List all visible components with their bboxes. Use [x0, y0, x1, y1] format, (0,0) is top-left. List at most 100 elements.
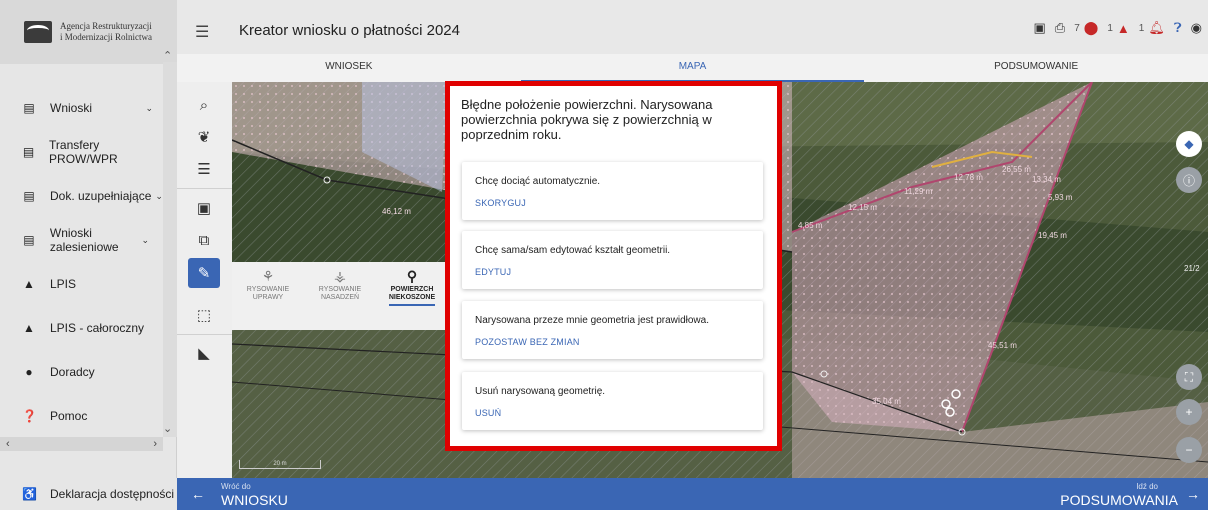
chevron-down-icon: ⌄: [145, 102, 153, 113]
save-icon[interactable]: ▣: [1033, 20, 1045, 36]
usun-button[interactable]: USUŃ: [475, 408, 501, 418]
accessibility-declaration-label: Deklaracja dostępności: [50, 487, 175, 501]
accessibility-declaration-link[interactable]: ♿ Deklaracja dostępności: [0, 478, 177, 510]
scroll-left-icon[interactable]: ‹: [6, 438, 10, 450]
app-root: Agencja Restrukturyzacji i Modernizacji …: [0, 0, 1208, 510]
sidebar-item-lpis[interactable]: ▲ LPIS: [0, 262, 163, 306]
logo-line-2: i Modernizacji Rolnictwa: [60, 32, 152, 42]
menu-icon[interactable]: ☰: [195, 22, 209, 42]
chevron-down-icon: ⌄: [155, 190, 163, 201]
error-icon[interactable]: ⬤: [1084, 20, 1099, 36]
measure-angle-icon[interactable]: ◣: [188, 338, 220, 368]
warning-icon[interactable]: ▲: [1117, 21, 1130, 36]
info-icon[interactable]: ⓘ: [1176, 167, 1202, 193]
sidebar-scrollbar[interactable]: [163, 62, 177, 437]
chevron-down-icon: ⌄: [141, 234, 149, 245]
map-measure-label: 5,93 m: [1048, 193, 1073, 202]
sidebar-item-label: Doradcy: [50, 365, 95, 379]
help-icon: ❓: [22, 409, 37, 423]
toolbar-divider: [177, 334, 232, 335]
search-icon[interactable]: ⌕: [188, 90, 220, 120]
scroll-up-icon[interactable]: ⌃: [163, 49, 172, 62]
option-text: Narysowana przeze mnie geometria jest pr…: [475, 315, 709, 326]
arrow-left-icon[interactable]: ←: [191, 486, 205, 502]
tab-wniosek[interactable]: WNIOSEK: [177, 54, 521, 82]
drawing-modes-panel: ⚘ RYSOWANIE UPRAWY ⚶ RYSOWANIE NASADZEŃ …: [232, 262, 452, 330]
info-count: 7: [1074, 22, 1080, 34]
arrow-right-icon[interactable]: →: [1186, 486, 1200, 502]
sidebar-item-wnioski[interactable]: ▤ Wnioski ⌄: [0, 86, 163, 130]
map-measure-label: 4,85 m: [798, 221, 823, 230]
sidebar-item-label: LPIS - całoroczny: [50, 321, 145, 335]
tab-mapa[interactable]: MAPA: [520, 54, 865, 82]
map-toolbar: ⌕ ❦ ☰ ▣ ⧉ ✎ ⬚ ◣: [177, 82, 232, 478]
notification-bell-icon[interactable]: 🔔︎: [1148, 20, 1165, 36]
document-icon: ▤: [23, 101, 35, 115]
layers-copy-icon[interactable]: ⧉: [188, 225, 220, 255]
warning-count: 1: [1138, 22, 1145, 34]
sidebar-horizontal-scrollbar[interactable]: ‹ ›: [0, 437, 163, 451]
mode-powierzchnie-niekoszone[interactable]: ⚲ POWIERZCH NIEKOSZONE: [376, 262, 448, 330]
user-account-icon[interactable]: ◉: [1191, 20, 1202, 36]
main-tabs: WNIOSEK MAPA PODSUMOWANIE: [177, 54, 1208, 82]
option-card-edit: Chcę sama/sam edytować kształt geometrii…: [462, 231, 763, 289]
map-measure-label: 26,55 m: [1002, 165, 1031, 174]
sidebar: Agencja Restrukturyzacji i Modernizacji …: [0, 0, 177, 510]
accessibility-icon: ♿: [22, 487, 37, 501]
sidebar-item-dok-uzupelniajace[interactable]: ▤ Dok. uzupełniające ⌄: [0, 174, 163, 218]
sidebar-item-label: Wnioski: [50, 101, 93, 115]
location-pin-icon: ⚲: [406, 268, 418, 284]
next-button[interactable]: PODSUMOWANIA: [1060, 492, 1178, 508]
geometry-error-dialog: Błędne położenie powierzchni. Narysowana…: [445, 81, 782, 451]
mode-rysowanie-uprawy[interactable]: ⚘ RYSOWANIE UPRAWY: [232, 262, 304, 330]
map-measure-label: 45,51 m: [988, 341, 1017, 350]
sidebar-item-doradcy[interactable]: ● Doradcy: [0, 350, 163, 394]
document-icon: ▤: [22, 145, 35, 159]
map-measure-label: 11,29 m: [904, 187, 933, 196]
map-measure-label: 12,15 m: [848, 203, 877, 212]
sidebar-item-transfery[interactable]: ▤ Transfery PROW/WPR: [0, 130, 163, 174]
sidebar-nav: ▤ Wnioski ⌄ ▤ Transfery PROW/WPR ▤ Dok. …: [0, 86, 163, 438]
sapling-icon: ⚶: [334, 268, 346, 284]
sidebar-item-lpis-caloroczny[interactable]: ▲ LPIS - całoroczny: [0, 306, 163, 350]
person-icon: ●: [25, 365, 33, 379]
tab-podsumowanie[interactable]: PODSUMOWANIE: [864, 54, 1208, 82]
document-icon: ▤: [23, 233, 35, 247]
crop-icon: ⚘: [261, 268, 275, 284]
option-card-keep: Narysowana przeze mnie geometria jest pr…: [462, 301, 763, 359]
layers-icon[interactable]: ◆: [1176, 131, 1202, 157]
sidebar-item-wnioski-zalesieniowe[interactable]: ▤ Wnioski zalesieniowe ⌄: [0, 218, 163, 262]
zoom-in-icon[interactable]: +: [1176, 399, 1202, 425]
mode-rysowanie-nasadzen[interactable]: ⚶ RYSOWANIE NASADZEŃ: [304, 262, 376, 330]
top-actions: ▣ ⎙ 7 ⬤ 1 ▲ 1 🔔︎ ❓︎ ◉: [1033, 20, 1202, 36]
next-caption: Idź do: [1136, 482, 1158, 491]
pozostaw-bez-zmian-button[interactable]: POZOSTAW BEZ ZMIAN: [475, 337, 580, 347]
scroll-down-icon[interactable]: ⌄: [163, 422, 172, 435]
list-icon[interactable]: ☰: [188, 154, 220, 184]
edytuj-button[interactable]: EDYTUJ: [475, 267, 511, 277]
back-button[interactable]: WNIOSKU: [221, 492, 288, 508]
scroll-right-icon[interactable]: ›: [153, 438, 157, 450]
select-area-icon[interactable]: ▣: [188, 193, 220, 223]
top-bar: ☰ Kreator wniosku o płatności 2024 ▣ ⎙ 7…: [177, 0, 1208, 62]
mode-label: UPRAWY: [252, 294, 284, 301]
fullscreen-icon[interactable]: ⛶: [1176, 364, 1202, 390]
option-card-delete: Usuń narysowaną geometrię. USUŃ: [462, 372, 763, 430]
mode-label: NASADZEŃ: [320, 294, 360, 301]
bottom-nav-bar: ← Wróć do WNIOSKU Idź do PODSUMOWANIA →: [177, 478, 1208, 510]
skoryguj-button[interactable]: SKORYGUJ: [475, 198, 526, 208]
zoom-out-icon[interactable]: −: [1176, 437, 1202, 463]
back-caption: Wróć do: [221, 482, 251, 491]
sidebar-item-pomoc[interactable]: ❓ Pomoc: [0, 394, 163, 438]
mode-label: RYSOWANIE: [246, 286, 290, 293]
frame-select-icon[interactable]: ⬚: [188, 300, 220, 330]
plant-icon[interactable]: ❦: [188, 122, 220, 152]
sidebar-item-label: LPIS: [50, 277, 77, 291]
agency-logo[interactable]: Agencja Restrukturyzacji i Modernizacji …: [0, 0, 177, 64]
map-measure-label: 35,04 m: [872, 397, 901, 406]
draw-pencil-icon[interactable]: ✎: [188, 258, 220, 288]
option-text: Usuń narysowaną geometrię.: [475, 386, 606, 397]
print-icon[interactable]: ⎙: [1055, 20, 1065, 36]
map-measure-label: 12,78 m: [954, 173, 983, 182]
help-icon[interactable]: ❓︎: [1174, 20, 1182, 36]
